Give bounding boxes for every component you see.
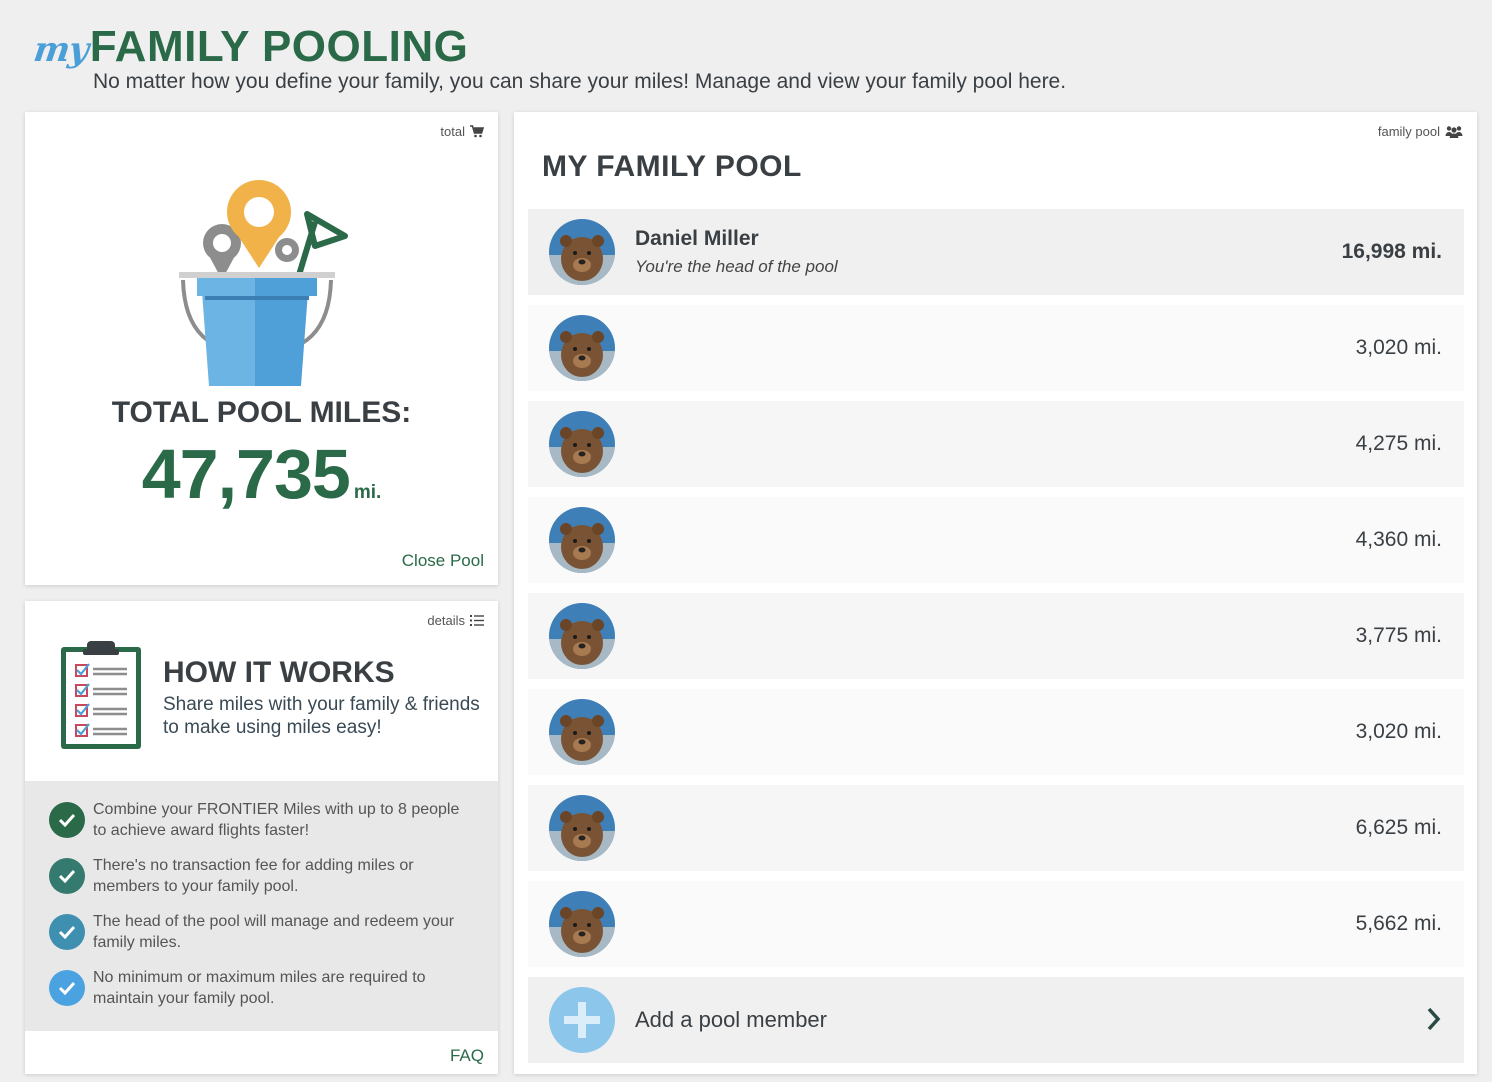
page-subtitle: No matter how you define your family, yo… bbox=[93, 70, 1067, 93]
member-list: Daniel Miller You're the head of the poo… bbox=[528, 209, 1464, 1063]
member-miles: 4,275 mi. bbox=[1355, 432, 1442, 455]
brand-my: my bbox=[31, 30, 91, 70]
family-pool-card: family pool MY FAMILY POOL Daniel Miller… bbox=[514, 112, 1477, 1074]
faq-link[interactable]: FAQ bbox=[450, 1046, 484, 1066]
list-item-text: There's no transaction fee for adding mi… bbox=[93, 857, 414, 895]
check-circle-icon bbox=[49, 802, 85, 838]
member-row[interactable]: 6,625 mi. bbox=[528, 785, 1464, 871]
check-circle-icon bbox=[49, 914, 85, 950]
list-item: No minimum or maximum miles are required… bbox=[49, 967, 498, 1009]
list-item: The head of the pool will manage and red… bbox=[49, 911, 498, 953]
member-row[interactable]: 4,275 mi. bbox=[528, 401, 1464, 487]
page-header: my FAMILY POOLING bbox=[31, 22, 469, 72]
check-circle-icon bbox=[49, 858, 85, 894]
people-icon bbox=[1445, 126, 1463, 138]
total-card-tag: total bbox=[440, 124, 484, 139]
add-pool-member-label: Add a pool member bbox=[635, 1007, 827, 1032]
how-it-works-list: Combine your FRONTIER Miles with up to 8… bbox=[25, 781, 498, 1031]
member-info bbox=[635, 729, 1464, 735]
avatar bbox=[549, 411, 615, 477]
member-miles: 3,020 mi. bbox=[1355, 720, 1442, 743]
pool-card-tag-label: family pool bbox=[1377, 124, 1440, 139]
add-pool-member-button[interactable]: Add a pool member bbox=[528, 977, 1464, 1063]
clipboard-icon bbox=[61, 641, 141, 749]
member-info bbox=[635, 441, 1464, 447]
how-it-works-subtitle: Share miles with your family & friends t… bbox=[163, 694, 480, 738]
works-card-tag-label: details bbox=[427, 613, 465, 628]
check-circle-icon bbox=[49, 970, 85, 1006]
cart-icon bbox=[470, 125, 484, 138]
member-row[interactable]: 3,775 mi. bbox=[528, 593, 1464, 679]
member-row[interactable]: 3,020 mi. bbox=[528, 305, 1464, 391]
bucket-illustration-icon bbox=[179, 180, 348, 386]
total-pool-card: total TOTAL POOL MILES: 47,735 mi. Close… bbox=[25, 112, 498, 585]
member-row[interactable]: 3,020 mi. bbox=[528, 689, 1464, 775]
member-row[interactable]: 4,360 mi. bbox=[528, 497, 1464, 583]
total-pool-unit: mi. bbox=[353, 482, 382, 503]
avatar bbox=[549, 219, 615, 285]
avatar bbox=[549, 507, 615, 573]
member-info bbox=[635, 825, 1464, 831]
total-pool-number: 47,735 bbox=[141, 435, 351, 513]
total-pool-value: 47,735 mi. bbox=[25, 434, 498, 514]
member-info: Daniel Miller You're the head of the poo… bbox=[635, 227, 1464, 277]
member-miles: 5,662 mi. bbox=[1355, 912, 1442, 935]
avatar bbox=[549, 315, 615, 381]
member-miles: 3,020 mi. bbox=[1355, 336, 1442, 359]
family-pool-title: MY FAMILY POOL bbox=[542, 150, 802, 183]
member-info bbox=[635, 345, 1464, 351]
member-miles: 4,360 mi. bbox=[1355, 528, 1442, 551]
list-icon bbox=[470, 615, 484, 626]
avatar bbox=[549, 891, 615, 957]
member-miles: 3,775 mi. bbox=[1355, 624, 1442, 647]
avatar bbox=[549, 603, 615, 669]
total-card-tag-label: total bbox=[440, 124, 465, 139]
how-it-works-title: HOW IT WORKS bbox=[163, 656, 395, 689]
list-item-text: The head of the pool will manage and red… bbox=[93, 913, 455, 951]
member-name: Daniel Miller bbox=[635, 227, 759, 250]
member-role: You're the head of the pool bbox=[635, 257, 838, 276]
list-item-text: Combine your FRONTIER Miles with up to 8… bbox=[93, 801, 460, 839]
page-title: FAMILY POOLING bbox=[89, 22, 469, 71]
member-info bbox=[635, 633, 1464, 639]
member-row-head[interactable]: Daniel Miller You're the head of the poo… bbox=[528, 209, 1464, 295]
member-info bbox=[635, 537, 1464, 543]
brand-logo: my FAMILY POOLING bbox=[31, 22, 469, 72]
member-info bbox=[635, 921, 1464, 927]
member-miles: 6,625 mi. bbox=[1355, 816, 1442, 839]
pool-card-tag: family pool bbox=[1378, 124, 1463, 139]
member-miles: 16,998 mi. bbox=[1341, 240, 1442, 263]
list-item-text: No minimum or maximum miles are required… bbox=[93, 969, 426, 1007]
avatar bbox=[549, 699, 615, 765]
list-item: There's no transaction fee for adding mi… bbox=[49, 855, 498, 897]
chevron-right-icon bbox=[1427, 1007, 1441, 1031]
close-pool-link[interactable]: Close Pool bbox=[402, 551, 484, 571]
works-card-tag: details bbox=[427, 613, 484, 628]
plus-icon bbox=[549, 987, 615, 1053]
how-it-works-card: details HOW IT WORKS Share miles with yo… bbox=[25, 601, 498, 1074]
list-item: Combine your FRONTIER Miles with up to 8… bbox=[49, 799, 498, 841]
avatar bbox=[549, 795, 615, 861]
member-row[interactable]: 5,662 mi. bbox=[528, 881, 1464, 967]
total-pool-label: TOTAL POOL MILES: bbox=[111, 396, 412, 429]
